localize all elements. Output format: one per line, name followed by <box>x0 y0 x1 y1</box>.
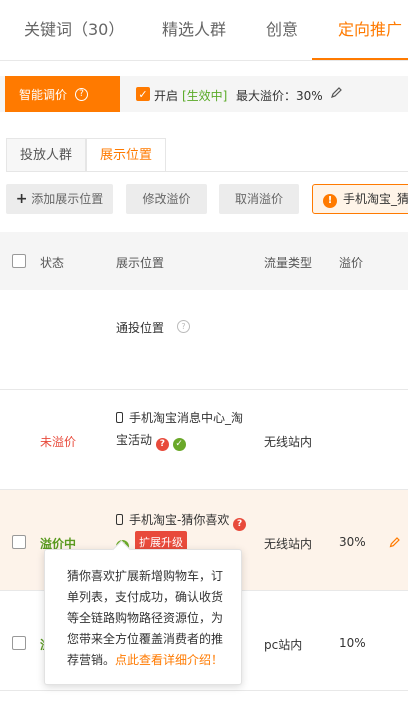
enable-checkbox[interactable]: ✓ <box>136 87 150 101</box>
placement-name: 手机淘宝-猜你喜欢 <box>129 513 230 527</box>
row-divider <box>0 690 408 691</box>
warning-placement-button[interactable]: ! 手机淘宝_猜你喜欢 <box>312 184 408 214</box>
row-divider <box>0 389 408 390</box>
help-icon[interactable]: ? <box>75 87 89 101</box>
traffic-type: pc站内 <box>264 638 303 652</box>
modify-premium-button[interactable]: 修改溢价 <box>126 184 207 214</box>
placement-name: 手机淘宝消息中心_淘 <box>129 411 244 425</box>
enable-label: 开启 <box>154 89 179 103</box>
question-icon[interactable]: ? <box>233 518 247 531</box>
max-premium: 最大溢价：30% <box>236 89 323 103</box>
check-circle-icon: ✓ <box>172 438 186 451</box>
status-not-premium: 未溢价 <box>40 435 77 449</box>
tab-divider <box>0 60 408 61</box>
header-status: 状态 <box>40 256 65 270</box>
add-placement-label: 添加展示位置 <box>31 192 104 206</box>
placement-name-cont: 宝活动 <box>116 433 153 447</box>
tab-creative[interactable]: 创意 <box>266 16 298 40</box>
question-icon[interactable]: ? <box>155 438 169 451</box>
help-icon[interactable]: ? <box>177 320 190 333</box>
plus-icon: + <box>15 191 28 207</box>
header-placement: 展示位置 <box>116 256 165 270</box>
subtab-divider <box>6 171 408 172</box>
edit-icon[interactable] <box>330 86 343 99</box>
details-link[interactable]: 点此查看详细介绍！ <box>115 653 223 667</box>
premium-value: 10% <box>339 636 366 650</box>
placement-cell: 手机淘宝消息中心_淘 宝活动 ? ✓ <box>116 407 243 451</box>
subtab-crowd[interactable]: 投放人群 <box>6 138 86 172</box>
premium-value: 30% <box>339 535 366 549</box>
expansion-tooltip: 猜你喜欢扩展新增购物车，订单列表，支付成功，确认收货等全链路购物路径资源位，为您… <box>44 540 242 685</box>
add-placement-button[interactable]: + 添加展示位置 <box>6 184 113 214</box>
tab-targeted-promotion[interactable]: 定向推广 <box>338 16 402 40</box>
placement-name: 通投位置 <box>116 321 165 335</box>
select-all-checkbox[interactable] <box>12 254 26 268</box>
row-checkbox[interactable] <box>12 636 26 650</box>
row-checkbox[interactable] <box>12 535 26 549</box>
subtab-placement[interactable]: 展示位置 <box>86 138 166 172</box>
status-active: [生效中] <box>182 89 228 103</box>
edit-premium-icon[interactable] <box>389 536 401 548</box>
warning-label: 手机淘宝_猜你喜欢 <box>343 192 408 206</box>
cancel-premium-button[interactable]: 取消溢价 <box>219 184 299 214</box>
active-tab-indicator <box>312 58 408 60</box>
smart-pricing-label: 智能调价 <box>19 87 68 102</box>
tab-keywords[interactable]: 关键词（30） <box>24 16 124 40</box>
mobile-icon <box>116 412 123 423</box>
warning-icon: ! <box>323 194 337 208</box>
header-traffic: 流量类型 <box>264 256 313 270</box>
tab-selected-crowd[interactable]: 精选人群 <box>162 16 226 40</box>
traffic-type: 无线站内 <box>264 537 313 551</box>
header-premium: 溢价 <box>339 256 364 270</box>
mobile-icon <box>116 514 123 525</box>
smart-pricing-button[interactable]: 智能调价 ? <box>5 76 120 112</box>
traffic-type: 无线站内 <box>264 435 313 449</box>
